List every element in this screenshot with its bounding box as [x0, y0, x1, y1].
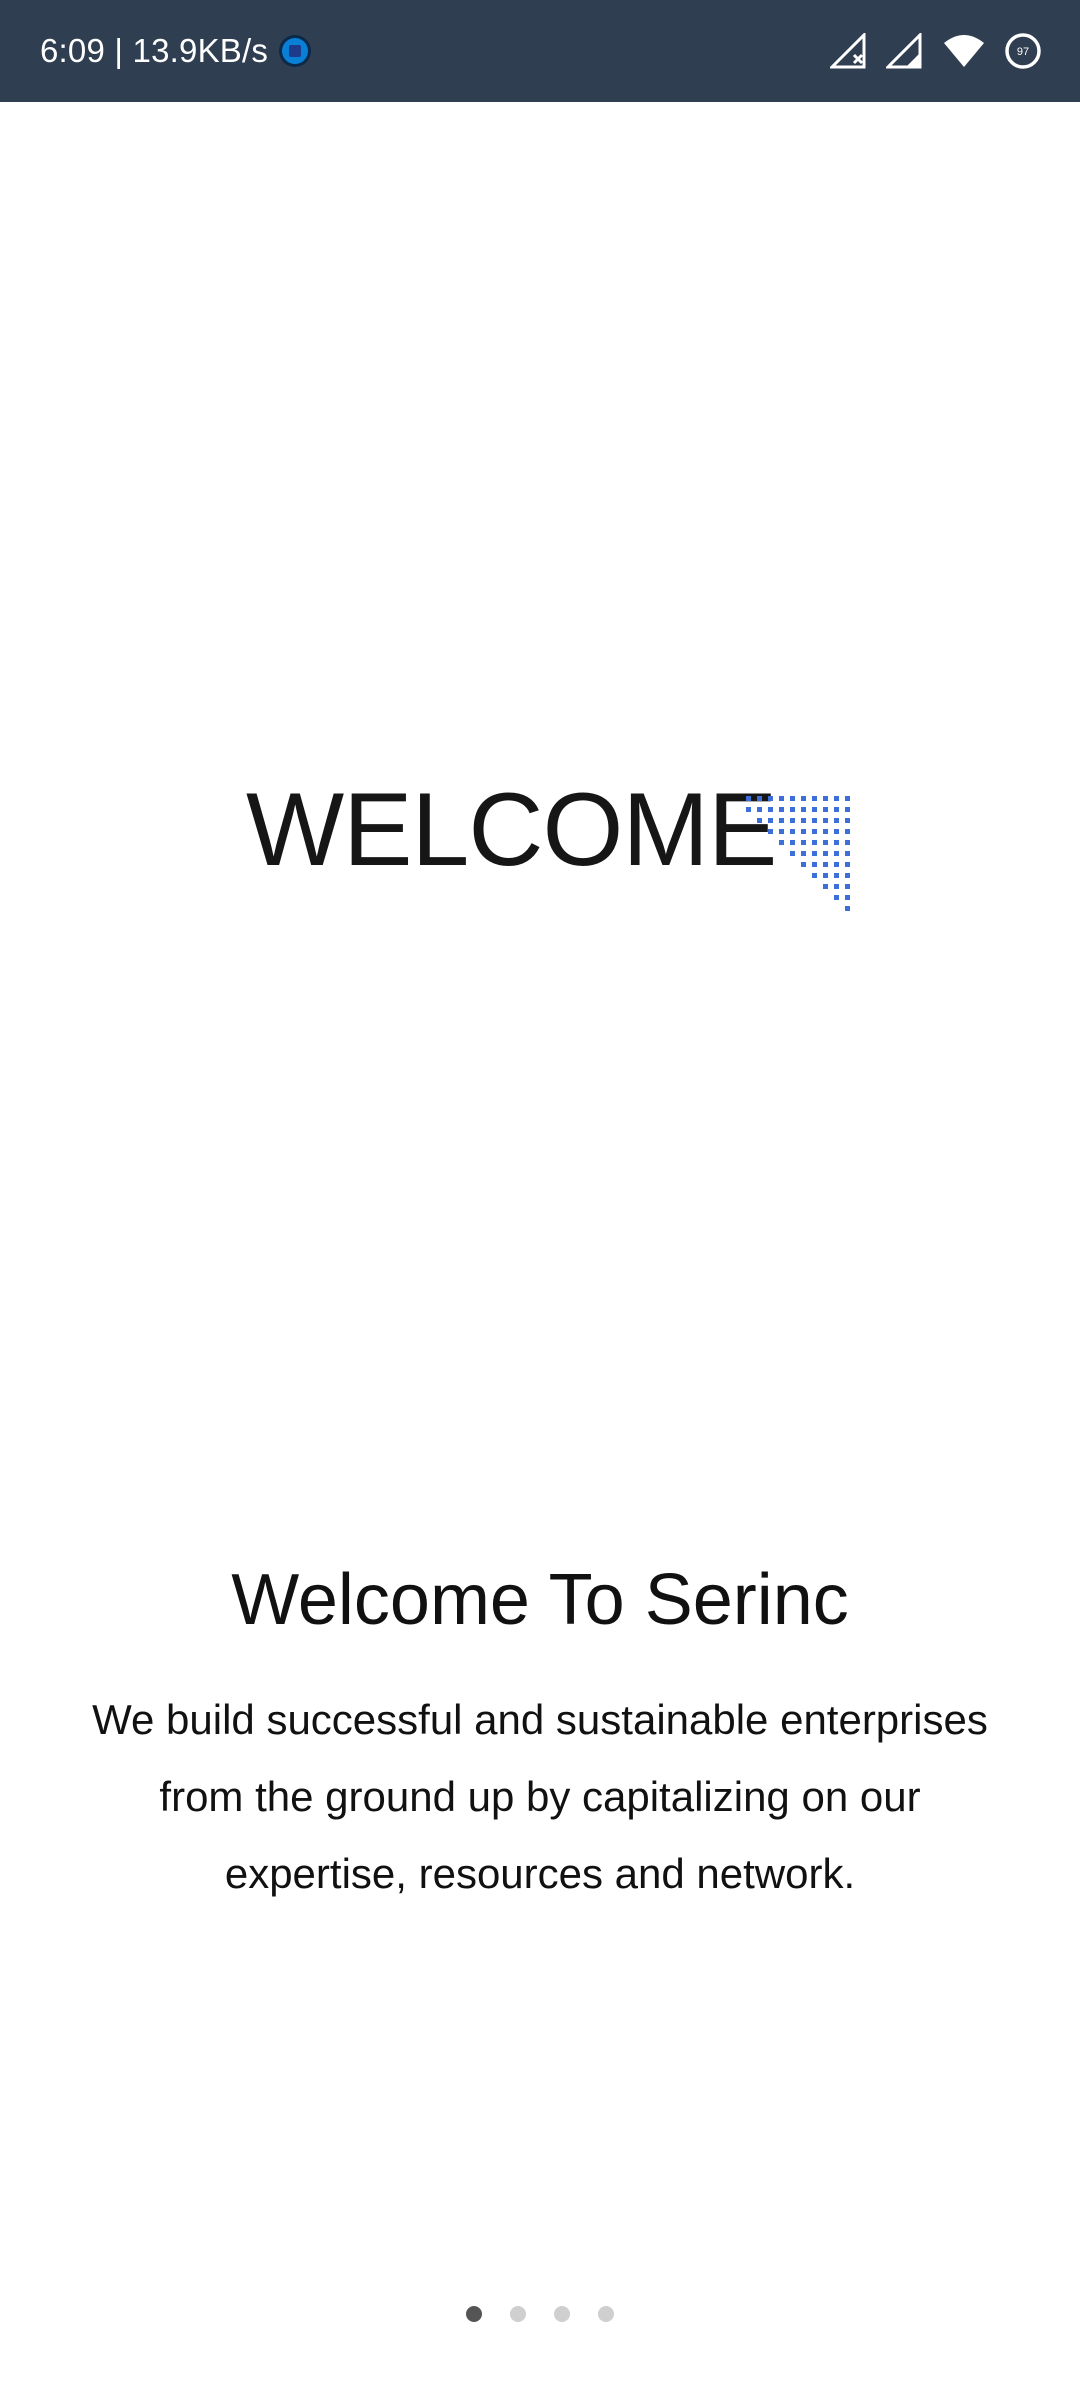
- logo-dot: [768, 829, 773, 834]
- battery-icon: 97: [1004, 32, 1042, 70]
- logo-dot: [834, 884, 839, 889]
- logo-dot: [801, 840, 806, 845]
- notification-app-icon: [278, 34, 312, 68]
- logo-dot: [790, 807, 795, 812]
- page-indicator[interactable]: [0, 2306, 1080, 2322]
- logo-text: WELCOME: [246, 772, 777, 888]
- status-bar: 6:09 | 13.9KB/s 97: [0, 0, 1080, 102]
- logo-dot: [812, 862, 817, 867]
- logo-dot: [768, 818, 773, 823]
- intro-title: Welcome To Serinc: [231, 1560, 849, 1640]
- logo-dot: [779, 807, 784, 812]
- onboarding-screen: 6:09 | 13.9KB/s 97 WELCOME Welcome To Se…: [0, 0, 1080, 2400]
- logo-dot: [812, 840, 817, 845]
- logo-dot: [845, 829, 850, 834]
- logo-dot: [823, 818, 828, 823]
- logo-dot: [823, 807, 828, 812]
- logo-dot: [768, 796, 773, 801]
- status-time-speed: 6:09 | 13.9KB/s: [40, 32, 269, 69]
- logo-dot: [790, 851, 795, 856]
- logo-dot: [845, 851, 850, 856]
- logo-dot: [823, 829, 828, 834]
- logo-dot: [790, 818, 795, 823]
- logo-dot: [746, 807, 751, 812]
- status-left: 6:09 | 13.9KB/s: [40, 0, 312, 102]
- logo-dot: [823, 796, 828, 801]
- logo-dot: [812, 818, 817, 823]
- logo-dot: [823, 873, 828, 878]
- intro-description: We build successful and sustainable ente…: [92, 1696, 988, 1897]
- logo-dot: [801, 862, 806, 867]
- logo-dot: [801, 807, 806, 812]
- logo-dot: [834, 895, 839, 900]
- logo-dot: [757, 818, 762, 823]
- logo-dot: [779, 818, 784, 823]
- logo-dot: [845, 873, 850, 878]
- logo-dot: [823, 884, 828, 889]
- logo-dot: [834, 851, 839, 856]
- logo-dot: [779, 829, 784, 834]
- page-indicator-dot[interactable]: [466, 2306, 482, 2322]
- logo-dot: [746, 796, 751, 801]
- logo-dot: [823, 840, 828, 845]
- logo-dot-pattern: [746, 796, 850, 911]
- page-indicator-dot[interactable]: [554, 2306, 570, 2322]
- logo-dot: [845, 807, 850, 812]
- logo-dot: [845, 796, 850, 801]
- logo-dot: [834, 840, 839, 845]
- logo-dot: [812, 796, 817, 801]
- logo-dot: [801, 829, 806, 834]
- logo-dot: [845, 840, 850, 845]
- logo-dot: [823, 851, 828, 856]
- logo-dot: [790, 796, 795, 801]
- logo-dot: [834, 862, 839, 867]
- logo-dot: [834, 807, 839, 812]
- logo-dot: [834, 818, 839, 823]
- logo-dot: [845, 818, 850, 823]
- wifi-icon: [942, 33, 986, 69]
- logo-dot: [779, 796, 784, 801]
- logo-dot: [812, 807, 817, 812]
- logo-dot: [779, 840, 784, 845]
- logo-dot: [812, 873, 817, 878]
- page-indicator-dot[interactable]: [510, 2306, 526, 2322]
- signal-icon: [886, 33, 924, 69]
- logo-dot: [845, 895, 850, 900]
- status-right: 97: [830, 0, 1042, 102]
- logo-dot: [757, 796, 762, 801]
- logo-dot: [790, 829, 795, 834]
- logo-dot: [845, 906, 850, 911]
- logo-dot: [768, 807, 773, 812]
- logo-dot: [845, 884, 850, 889]
- intro-section: Welcome To Serinc We build successful an…: [0, 1545, 1080, 1912]
- logo-dot: [834, 873, 839, 878]
- logo-dot: [823, 862, 828, 867]
- page-indicator-dot[interactable]: [598, 2306, 614, 2322]
- logo-dot: [757, 807, 762, 812]
- logo-dot: [790, 840, 795, 845]
- logo-dot: [812, 851, 817, 856]
- logo-dot: [801, 796, 806, 801]
- battery-level: 97: [1017, 46, 1029, 58]
- logo-dot: [812, 829, 817, 834]
- logo-dot: [845, 862, 850, 867]
- welcome-logo: WELCOME: [246, 770, 866, 920]
- logo-dot: [801, 818, 806, 823]
- logo-dot: [834, 829, 839, 834]
- logo-dot: [801, 851, 806, 856]
- logo-dot: [834, 796, 839, 801]
- signal-off-icon: [830, 33, 868, 69]
